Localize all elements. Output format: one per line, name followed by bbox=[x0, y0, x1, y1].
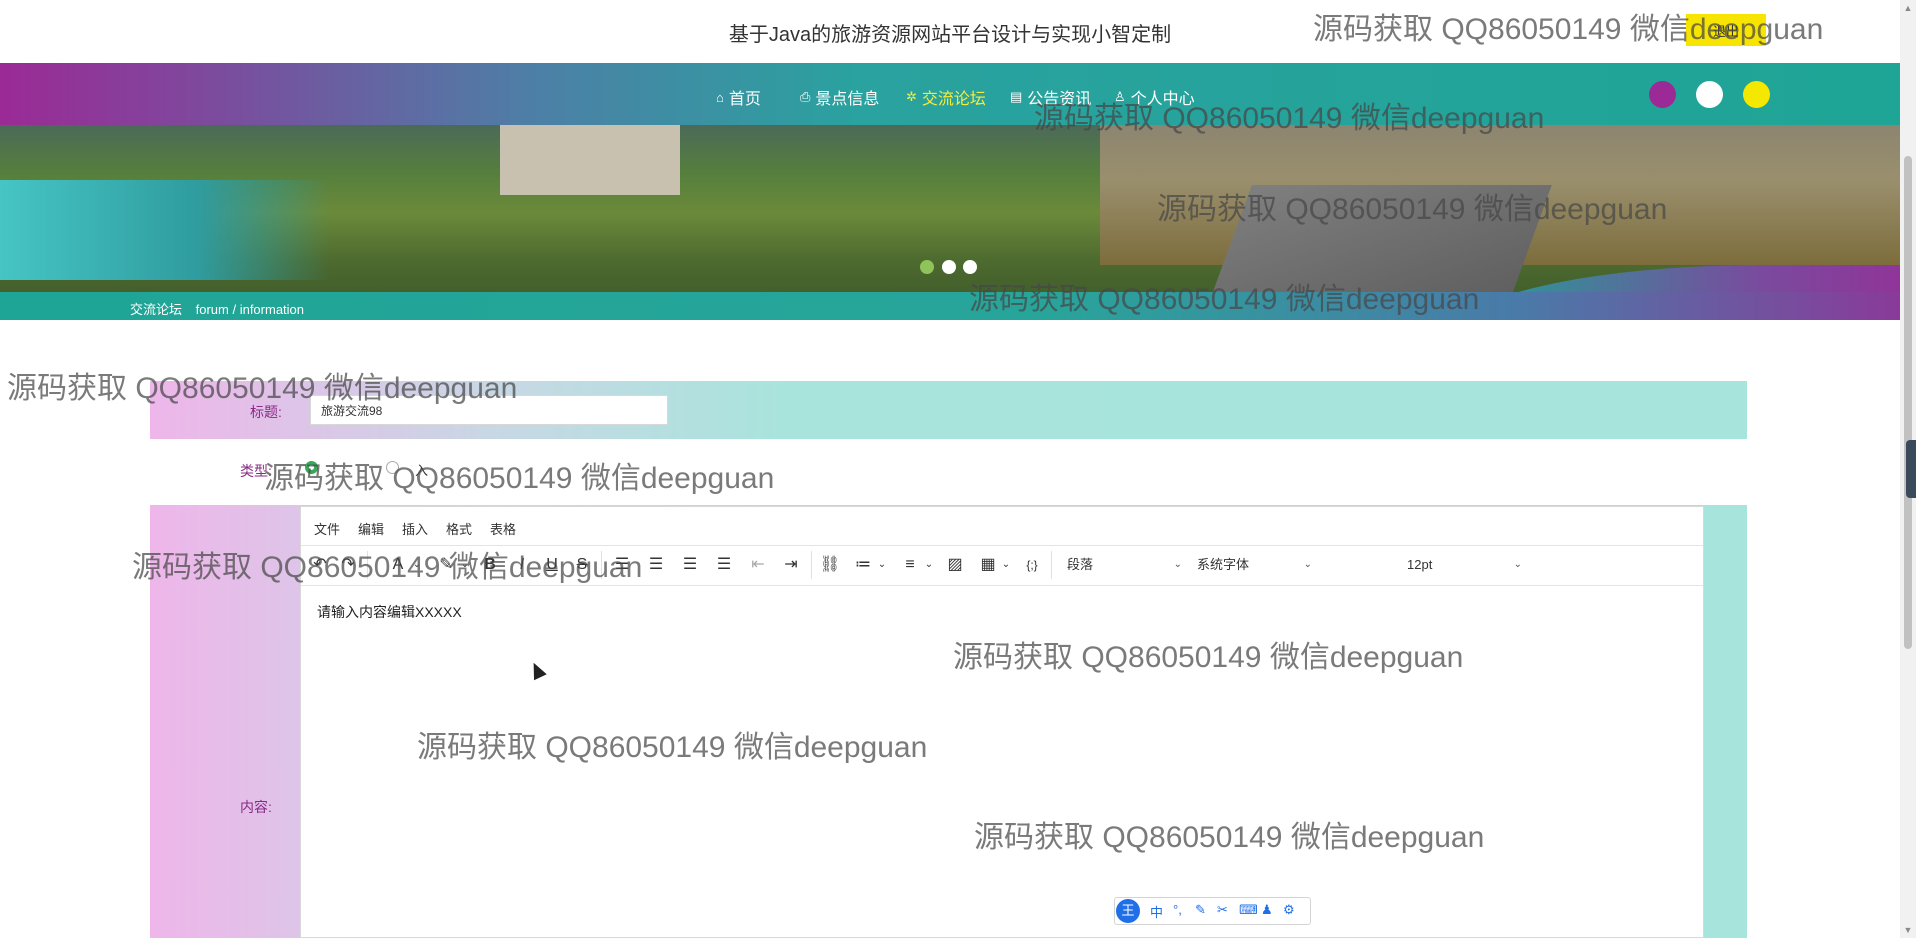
keyboard-icon[interactable]: ⌨ bbox=[1239, 902, 1258, 918]
indent-icon[interactable]: ⇥ bbox=[780, 554, 802, 576]
gear-icon[interactable]: ⚙ bbox=[1283, 902, 1295, 918]
scroll-up-icon[interactable]: ▲ bbox=[1903, 3, 1913, 13]
editor-menubar: 文件 编辑 插入 格式 表格 bbox=[301, 507, 1703, 546]
nav-label: 景点信息 bbox=[815, 91, 880, 108]
carousel-dot-1[interactable] bbox=[920, 260, 934, 274]
banner-lake bbox=[0, 180, 330, 280]
nav-item-attractions[interactable]: ⎙ 景点信息 bbox=[800, 85, 879, 109]
toolbar-divider bbox=[1051, 551, 1052, 579]
menu-table[interactable]: 表格 bbox=[490, 519, 516, 538]
breadcrumb-subtitle: forum / information bbox=[195, 302, 305, 317]
nav-label: 交流论坛 bbox=[921, 91, 986, 108]
font-size-select[interactable]: 12pt ⌄ bbox=[1407, 553, 1522, 577]
breadcrumb-title: 交流论坛 bbox=[130, 302, 183, 317]
watermark: 源码获取 QQ86050149 微信deepguan bbox=[417, 731, 928, 764]
watermark: 源码获取 QQ86050149 微信deepguan bbox=[7, 372, 518, 405]
watermark: 源码获取 QQ86050149 微信deepguan bbox=[1157, 193, 1668, 226]
theme-purple-button[interactable] bbox=[1649, 81, 1676, 108]
chevron-down-icon[interactable]: ⌄ bbox=[995, 554, 1017, 576]
ime-logo[interactable]: 王 bbox=[1116, 899, 1140, 923]
paragraph-select[interactable]: 段落 ⌄ bbox=[1067, 553, 1182, 577]
image-icon[interactable]: ▨ bbox=[944, 554, 966, 576]
code-icon[interactable]: {;} bbox=[1021, 554, 1043, 576]
align-justify-icon[interactable]: ☰ bbox=[713, 554, 735, 576]
watermark: 源码获取 QQ86050149 微信deepguan bbox=[132, 551, 643, 584]
scroll-thumb[interactable] bbox=[1904, 156, 1912, 649]
align-right-icon[interactable]: ☰ bbox=[679, 554, 701, 576]
scissors-icon[interactable]: ✂ bbox=[1217, 902, 1228, 918]
document-icon: ▤ bbox=[1010, 89, 1023, 104]
carousel-dot-2[interactable] bbox=[942, 260, 956, 274]
outdent-icon[interactable]: ⇤ bbox=[747, 554, 769, 576]
watermark: 源码获取 QQ86050149 微信deepguan bbox=[1034, 102, 1545, 135]
breadcrumb-text: 交流论坛 forum / information bbox=[130, 299, 314, 318]
watermark: 源码获取 QQ86050149 微信deepguan bbox=[953, 641, 1464, 674]
nav-item-home[interactable]: ⌂ 首页 bbox=[716, 85, 761, 109]
align-center-icon[interactable]: ☰ bbox=[645, 554, 667, 576]
menu-edit[interactable]: 编辑 bbox=[358, 519, 384, 538]
watermark: 源码获取 QQ86050149 微信deepguan bbox=[974, 821, 1485, 854]
watermark: 源码获取 QQ86050149 微信deepguan bbox=[264, 462, 775, 495]
watermark: 源码获取 QQ86050149 微信deepguan bbox=[1313, 13, 1824, 46]
font-family-select[interactable]: 系统字体 ⌄ bbox=[1197, 553, 1312, 577]
banner-buildings bbox=[500, 125, 680, 195]
home-icon: ⌂ bbox=[716, 89, 724, 105]
content-label: 内容: bbox=[240, 799, 272, 815]
carousel-dot-3[interactable] bbox=[963, 260, 977, 274]
forum-icon: ✲ bbox=[906, 89, 917, 104]
menu-insert[interactable]: 插入 bbox=[402, 519, 428, 538]
punctuation-icon[interactable]: °, bbox=[1173, 902, 1182, 917]
skin-icon[interactable]: ♟ bbox=[1261, 902, 1273, 918]
menu-format[interactable]: 格式 bbox=[446, 519, 472, 538]
toolbar-divider bbox=[811, 551, 812, 579]
ime-mode[interactable]: 中 bbox=[1150, 902, 1163, 921]
link-icon[interactable]: ⛓ bbox=[819, 554, 841, 576]
pen-icon[interactable]: ✎ bbox=[1195, 902, 1206, 918]
font-family-select-value: 系统字体 bbox=[1197, 557, 1250, 572]
side-tab[interactable] bbox=[1906, 440, 1916, 498]
paragraph-select-value: 段落 bbox=[1067, 557, 1094, 572]
chevron-down-icon[interactable]: ⌄ bbox=[871, 554, 893, 576]
theme-yellow-button[interactable] bbox=[1743, 81, 1770, 108]
chevron-down-icon: ⌄ bbox=[1173, 559, 1182, 570]
main-nav: ⌂ 首页 ⎙ 景点信息 ✲ 交流论坛 ▤ 公告资讯 ♙ 个人中心 bbox=[0, 63, 1900, 125]
font-size-select-value: 12pt bbox=[1407, 557, 1433, 572]
scroll-down-icon[interactable]: ▼ bbox=[1903, 925, 1913, 935]
chevron-down-icon: ⌄ bbox=[1303, 559, 1312, 570]
theme-white-button[interactable] bbox=[1696, 81, 1723, 108]
nav-label: 首页 bbox=[728, 91, 761, 108]
breadcrumb: 交流论坛 forum / information bbox=[0, 292, 1900, 320]
chevron-down-icon: ⌄ bbox=[1513, 559, 1522, 570]
watermark: 源码获取 QQ86050149 微信deepguan bbox=[969, 283, 1480, 316]
printer-icon: ⎙ bbox=[800, 89, 811, 104]
chevron-down-icon[interactable]: ⌄ bbox=[918, 554, 940, 576]
editor-content[interactable]: 请输入内容编辑XXXXX bbox=[317, 602, 462, 622]
ime-toolbar: 王 中 °, ✎ ✂ ⌨ ♟ ⚙ bbox=[1114, 897, 1311, 925]
nav-item-forum[interactable]: ✲ 交流论坛 bbox=[906, 85, 986, 109]
menu-file[interactable]: 文件 bbox=[314, 519, 340, 538]
